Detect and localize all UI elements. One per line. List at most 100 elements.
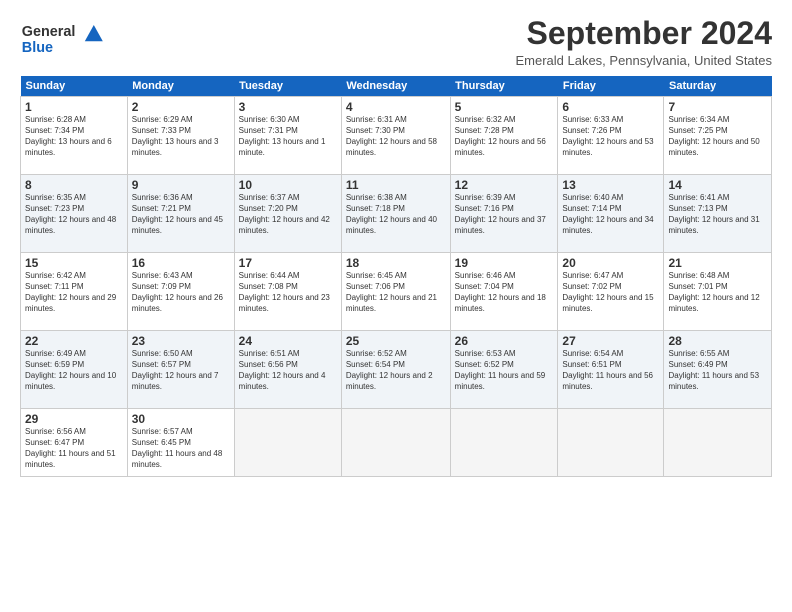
day-info: Sunrise: 6:53 AM Sunset: 6:52 PM Dayligh… bbox=[455, 349, 554, 392]
day-info: Sunrise: 6:32 AM Sunset: 7:28 PM Dayligh… bbox=[455, 115, 554, 158]
day-number: 2 bbox=[132, 100, 230, 114]
day-info: Sunrise: 6:35 AM Sunset: 7:23 PM Dayligh… bbox=[25, 193, 123, 236]
table-row: 17 Sunrise: 6:44 AM Sunset: 7:08 PM Dayl… bbox=[234, 253, 341, 331]
month-title: September 2024 bbox=[515, 16, 772, 51]
day-number: 5 bbox=[455, 100, 554, 114]
day-number: 23 bbox=[132, 334, 230, 348]
table-row: 22 Sunrise: 6:49 AM Sunset: 6:59 PM Dayl… bbox=[21, 331, 128, 409]
day-info: Sunrise: 6:52 AM Sunset: 6:54 PM Dayligh… bbox=[346, 349, 446, 392]
table-row: 15 Sunrise: 6:42 AM Sunset: 7:11 PM Dayl… bbox=[21, 253, 128, 331]
header: General Blue September 2024 Emerald Lake… bbox=[20, 16, 772, 68]
table-row: 23 Sunrise: 6:50 AM Sunset: 6:57 PM Dayl… bbox=[127, 331, 234, 409]
day-number: 6 bbox=[562, 100, 659, 114]
day-info: Sunrise: 6:38 AM Sunset: 7:18 PM Dayligh… bbox=[346, 193, 446, 236]
day-info: Sunrise: 6:46 AM Sunset: 7:04 PM Dayligh… bbox=[455, 271, 554, 314]
day-number: 25 bbox=[346, 334, 446, 348]
day-info: Sunrise: 6:28 AM Sunset: 7:34 PM Dayligh… bbox=[25, 115, 123, 158]
day-info: Sunrise: 6:44 AM Sunset: 7:08 PM Dayligh… bbox=[239, 271, 337, 314]
day-number: 17 bbox=[239, 256, 337, 270]
table-row bbox=[450, 409, 558, 477]
table-row: 9 Sunrise: 6:36 AM Sunset: 7:21 PM Dayli… bbox=[127, 175, 234, 253]
table-row: 16 Sunrise: 6:43 AM Sunset: 7:09 PM Dayl… bbox=[127, 253, 234, 331]
table-row: 30 Sunrise: 6:57 AM Sunset: 6:45 PM Dayl… bbox=[127, 409, 234, 477]
col-monday: Monday bbox=[127, 76, 234, 97]
col-friday: Friday bbox=[558, 76, 664, 97]
table-row: 24 Sunrise: 6:51 AM Sunset: 6:56 PM Dayl… bbox=[234, 331, 341, 409]
table-row bbox=[664, 409, 772, 477]
day-number: 1 bbox=[25, 100, 123, 114]
day-info: Sunrise: 6:50 AM Sunset: 6:57 PM Dayligh… bbox=[132, 349, 230, 392]
day-number: 9 bbox=[132, 178, 230, 192]
table-row: 4 Sunrise: 6:31 AM Sunset: 7:30 PM Dayli… bbox=[341, 97, 450, 175]
col-tuesday: Tuesday bbox=[234, 76, 341, 97]
table-row: 6 Sunrise: 6:33 AM Sunset: 7:26 PM Dayli… bbox=[558, 97, 664, 175]
table-row: 12 Sunrise: 6:39 AM Sunset: 7:16 PM Dayl… bbox=[450, 175, 558, 253]
col-thursday: Thursday bbox=[450, 76, 558, 97]
col-saturday: Saturday bbox=[664, 76, 772, 97]
day-number: 14 bbox=[668, 178, 767, 192]
day-number: 8 bbox=[25, 178, 123, 192]
day-number: 13 bbox=[562, 178, 659, 192]
day-number: 15 bbox=[25, 256, 123, 270]
day-info: Sunrise: 6:42 AM Sunset: 7:11 PM Dayligh… bbox=[25, 271, 123, 314]
table-row: 14 Sunrise: 6:41 AM Sunset: 7:13 PM Dayl… bbox=[664, 175, 772, 253]
title-block: September 2024 Emerald Lakes, Pennsylvan… bbox=[515, 16, 772, 68]
col-sunday: Sunday bbox=[21, 76, 128, 97]
day-number: 11 bbox=[346, 178, 446, 192]
table-row bbox=[558, 409, 664, 477]
day-info: Sunrise: 6:55 AM Sunset: 6:49 PM Dayligh… bbox=[668, 349, 767, 392]
day-info: Sunrise: 6:43 AM Sunset: 7:09 PM Dayligh… bbox=[132, 271, 230, 314]
day-number: 7 bbox=[668, 100, 767, 114]
table-row: 11 Sunrise: 6:38 AM Sunset: 7:18 PM Dayl… bbox=[341, 175, 450, 253]
calendar-table: Sunday Monday Tuesday Wednesday Thursday… bbox=[20, 76, 772, 477]
day-number: 30 bbox=[132, 412, 230, 426]
svg-text:Blue: Blue bbox=[22, 40, 53, 56]
day-info: Sunrise: 6:36 AM Sunset: 7:21 PM Dayligh… bbox=[132, 193, 230, 236]
day-info: Sunrise: 6:31 AM Sunset: 7:30 PM Dayligh… bbox=[346, 115, 446, 158]
table-row: 3 Sunrise: 6:30 AM Sunset: 7:31 PM Dayli… bbox=[234, 97, 341, 175]
day-info: Sunrise: 6:34 AM Sunset: 7:25 PM Dayligh… bbox=[668, 115, 767, 158]
table-row: 25 Sunrise: 6:52 AM Sunset: 6:54 PM Dayl… bbox=[341, 331, 450, 409]
table-row: 1 Sunrise: 6:28 AM Sunset: 7:34 PM Dayli… bbox=[21, 97, 128, 175]
table-row: 2 Sunrise: 6:29 AM Sunset: 7:33 PM Dayli… bbox=[127, 97, 234, 175]
day-number: 26 bbox=[455, 334, 554, 348]
day-number: 28 bbox=[668, 334, 767, 348]
day-info: Sunrise: 6:47 AM Sunset: 7:02 PM Dayligh… bbox=[562, 271, 659, 314]
col-wednesday: Wednesday bbox=[341, 76, 450, 97]
day-number: 3 bbox=[239, 100, 337, 114]
svg-text:General: General bbox=[22, 24, 76, 40]
day-info: Sunrise: 6:49 AM Sunset: 6:59 PM Dayligh… bbox=[25, 349, 123, 392]
table-row: 29 Sunrise: 6:56 AM Sunset: 6:47 PM Dayl… bbox=[21, 409, 128, 477]
table-row: 18 Sunrise: 6:45 AM Sunset: 7:06 PM Dayl… bbox=[341, 253, 450, 331]
day-info: Sunrise: 6:41 AM Sunset: 7:13 PM Dayligh… bbox=[668, 193, 767, 236]
day-number: 19 bbox=[455, 256, 554, 270]
day-info: Sunrise: 6:56 AM Sunset: 6:47 PM Dayligh… bbox=[25, 427, 123, 470]
table-row: 8 Sunrise: 6:35 AM Sunset: 7:23 PM Dayli… bbox=[21, 175, 128, 253]
day-info: Sunrise: 6:48 AM Sunset: 7:01 PM Dayligh… bbox=[668, 271, 767, 314]
day-info: Sunrise: 6:39 AM Sunset: 7:16 PM Dayligh… bbox=[455, 193, 554, 236]
table-row: 28 Sunrise: 6:55 AM Sunset: 6:49 PM Dayl… bbox=[664, 331, 772, 409]
day-number: 24 bbox=[239, 334, 337, 348]
table-row: 26 Sunrise: 6:53 AM Sunset: 6:52 PM Dayl… bbox=[450, 331, 558, 409]
table-row: 21 Sunrise: 6:48 AM Sunset: 7:01 PM Dayl… bbox=[664, 253, 772, 331]
day-number: 18 bbox=[346, 256, 446, 270]
table-row: 5 Sunrise: 6:32 AM Sunset: 7:28 PM Dayli… bbox=[450, 97, 558, 175]
day-number: 20 bbox=[562, 256, 659, 270]
page: General Blue September 2024 Emerald Lake… bbox=[0, 0, 792, 612]
table-row: 10 Sunrise: 6:37 AM Sunset: 7:20 PM Dayl… bbox=[234, 175, 341, 253]
table-row: 27 Sunrise: 6:54 AM Sunset: 6:51 PM Dayl… bbox=[558, 331, 664, 409]
day-number: 16 bbox=[132, 256, 230, 270]
table-row: 13 Sunrise: 6:40 AM Sunset: 7:14 PM Dayl… bbox=[558, 175, 664, 253]
header-row: Sunday Monday Tuesday Wednesday Thursday… bbox=[21, 76, 772, 97]
day-info: Sunrise: 6:51 AM Sunset: 6:56 PM Dayligh… bbox=[239, 349, 337, 392]
location: Emerald Lakes, Pennsylvania, United Stat… bbox=[515, 53, 772, 68]
day-number: 22 bbox=[25, 334, 123, 348]
day-info: Sunrise: 6:45 AM Sunset: 7:06 PM Dayligh… bbox=[346, 271, 446, 314]
table-row bbox=[341, 409, 450, 477]
day-number: 29 bbox=[25, 412, 123, 426]
day-info: Sunrise: 6:54 AM Sunset: 6:51 PM Dayligh… bbox=[562, 349, 659, 392]
day-info: Sunrise: 6:30 AM Sunset: 7:31 PM Dayligh… bbox=[239, 115, 337, 158]
day-number: 21 bbox=[668, 256, 767, 270]
day-info: Sunrise: 6:29 AM Sunset: 7:33 PM Dayligh… bbox=[132, 115, 230, 158]
table-row: 20 Sunrise: 6:47 AM Sunset: 7:02 PM Dayl… bbox=[558, 253, 664, 331]
